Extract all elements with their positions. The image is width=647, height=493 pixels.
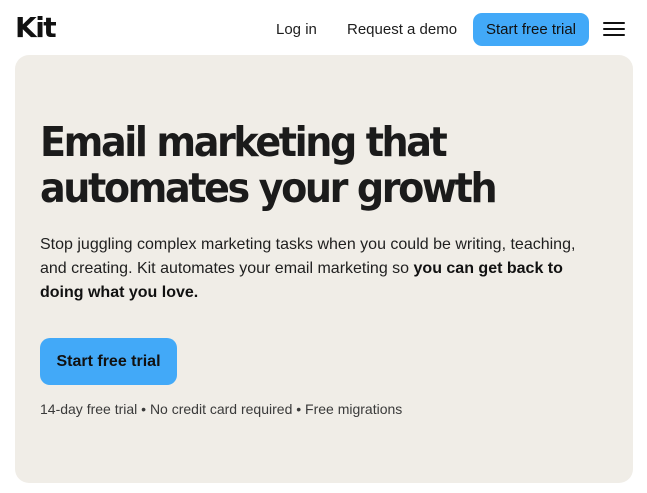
menu-line — [603, 22, 625, 24]
trial-details-text: 14-day free trial • No credit card requi… — [40, 401, 403, 417]
hero-subtext: Stop juggling complex marketing tasks wh… — [40, 233, 600, 305]
hero-section: Email marketing that automates your grow… — [15, 55, 633, 483]
start-free-trial-hero-button[interactable]: Start free trial — [40, 338, 177, 385]
kit-logo[interactable]: Kit — [15, 10, 57, 46]
hero-headline-line-2: automates your growth — [40, 164, 498, 212]
hero-headline-line-1: Email marketing that — [40, 118, 448, 166]
site-header: Kit Log in Request a demo Start free tri… — [0, 0, 647, 58]
start-free-trial-header-button[interactable]: Start free trial — [473, 13, 589, 46]
request-demo-link[interactable]: Request a demo — [347, 20, 457, 40]
login-link[interactable]: Log in — [276, 20, 317, 40]
menu-line — [603, 28, 625, 30]
hamburger-menu-icon[interactable] — [603, 21, 625, 37]
menu-line — [603, 34, 625, 36]
hero-headline: Email marketing that automates your grow… — [40, 119, 561, 211]
